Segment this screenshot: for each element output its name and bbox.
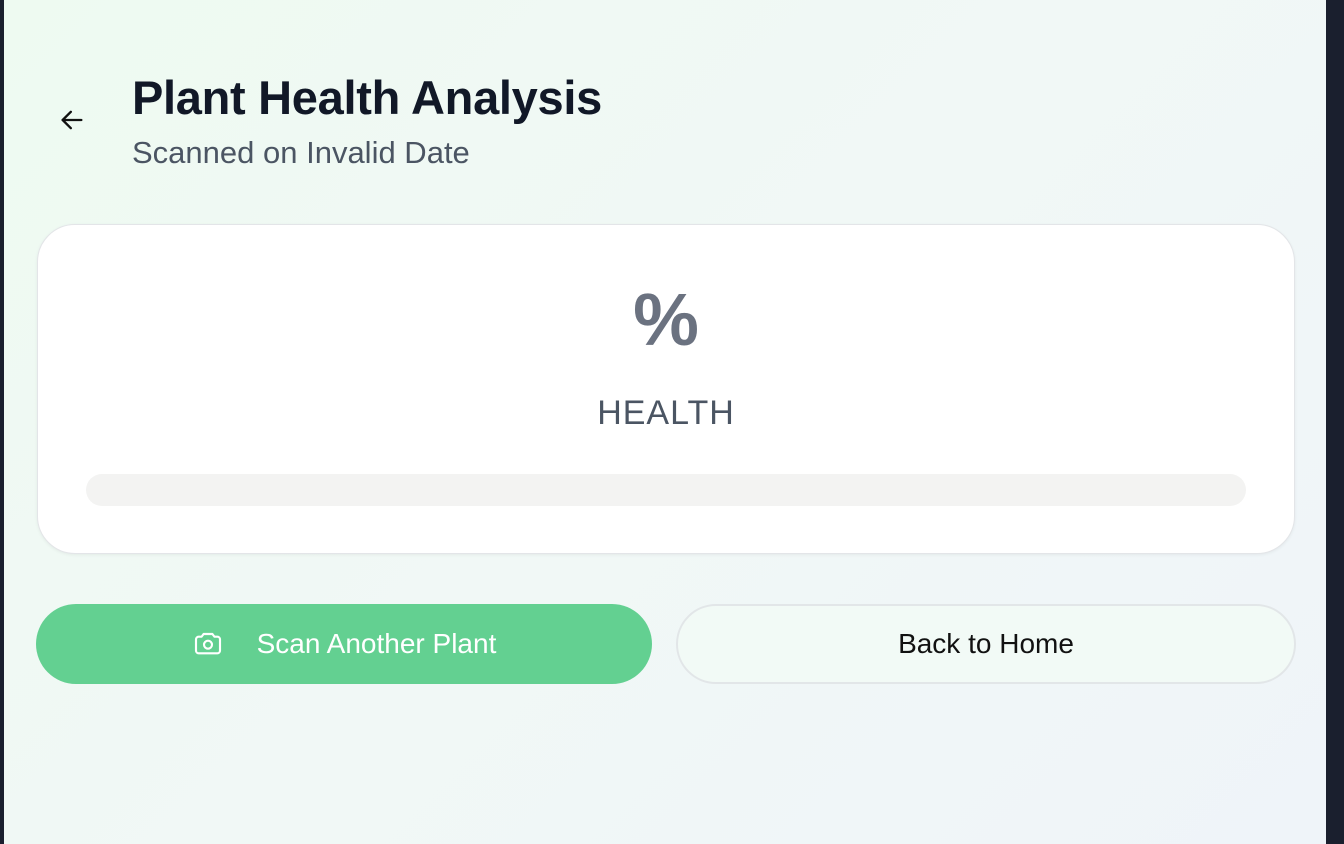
back-to-home-button[interactable]: Back to Home (676, 604, 1296, 684)
health-card: % HEALTH (37, 224, 1295, 554)
health-percentage: % (633, 278, 699, 361)
health-label: HEALTH (597, 394, 735, 432)
back-button[interactable] (50, 98, 94, 142)
health-progress-bar (86, 474, 1246, 506)
app-screen: Plant Health Analysis Scanned on Invalid… (4, 0, 1326, 844)
back-to-home-label: Back to Home (898, 628, 1074, 659)
scan-date-subtitle: Scanned on Invalid Date (132, 135, 470, 170)
scan-another-plant-button[interactable]: Scan Another Plant (36, 604, 652, 684)
camera-icon (192, 628, 224, 660)
page-title: Plant Health Analysis (132, 71, 602, 124)
arrow-left-icon (58, 106, 86, 134)
scan-another-plant-label: Scan Another Plant (256, 628, 497, 659)
